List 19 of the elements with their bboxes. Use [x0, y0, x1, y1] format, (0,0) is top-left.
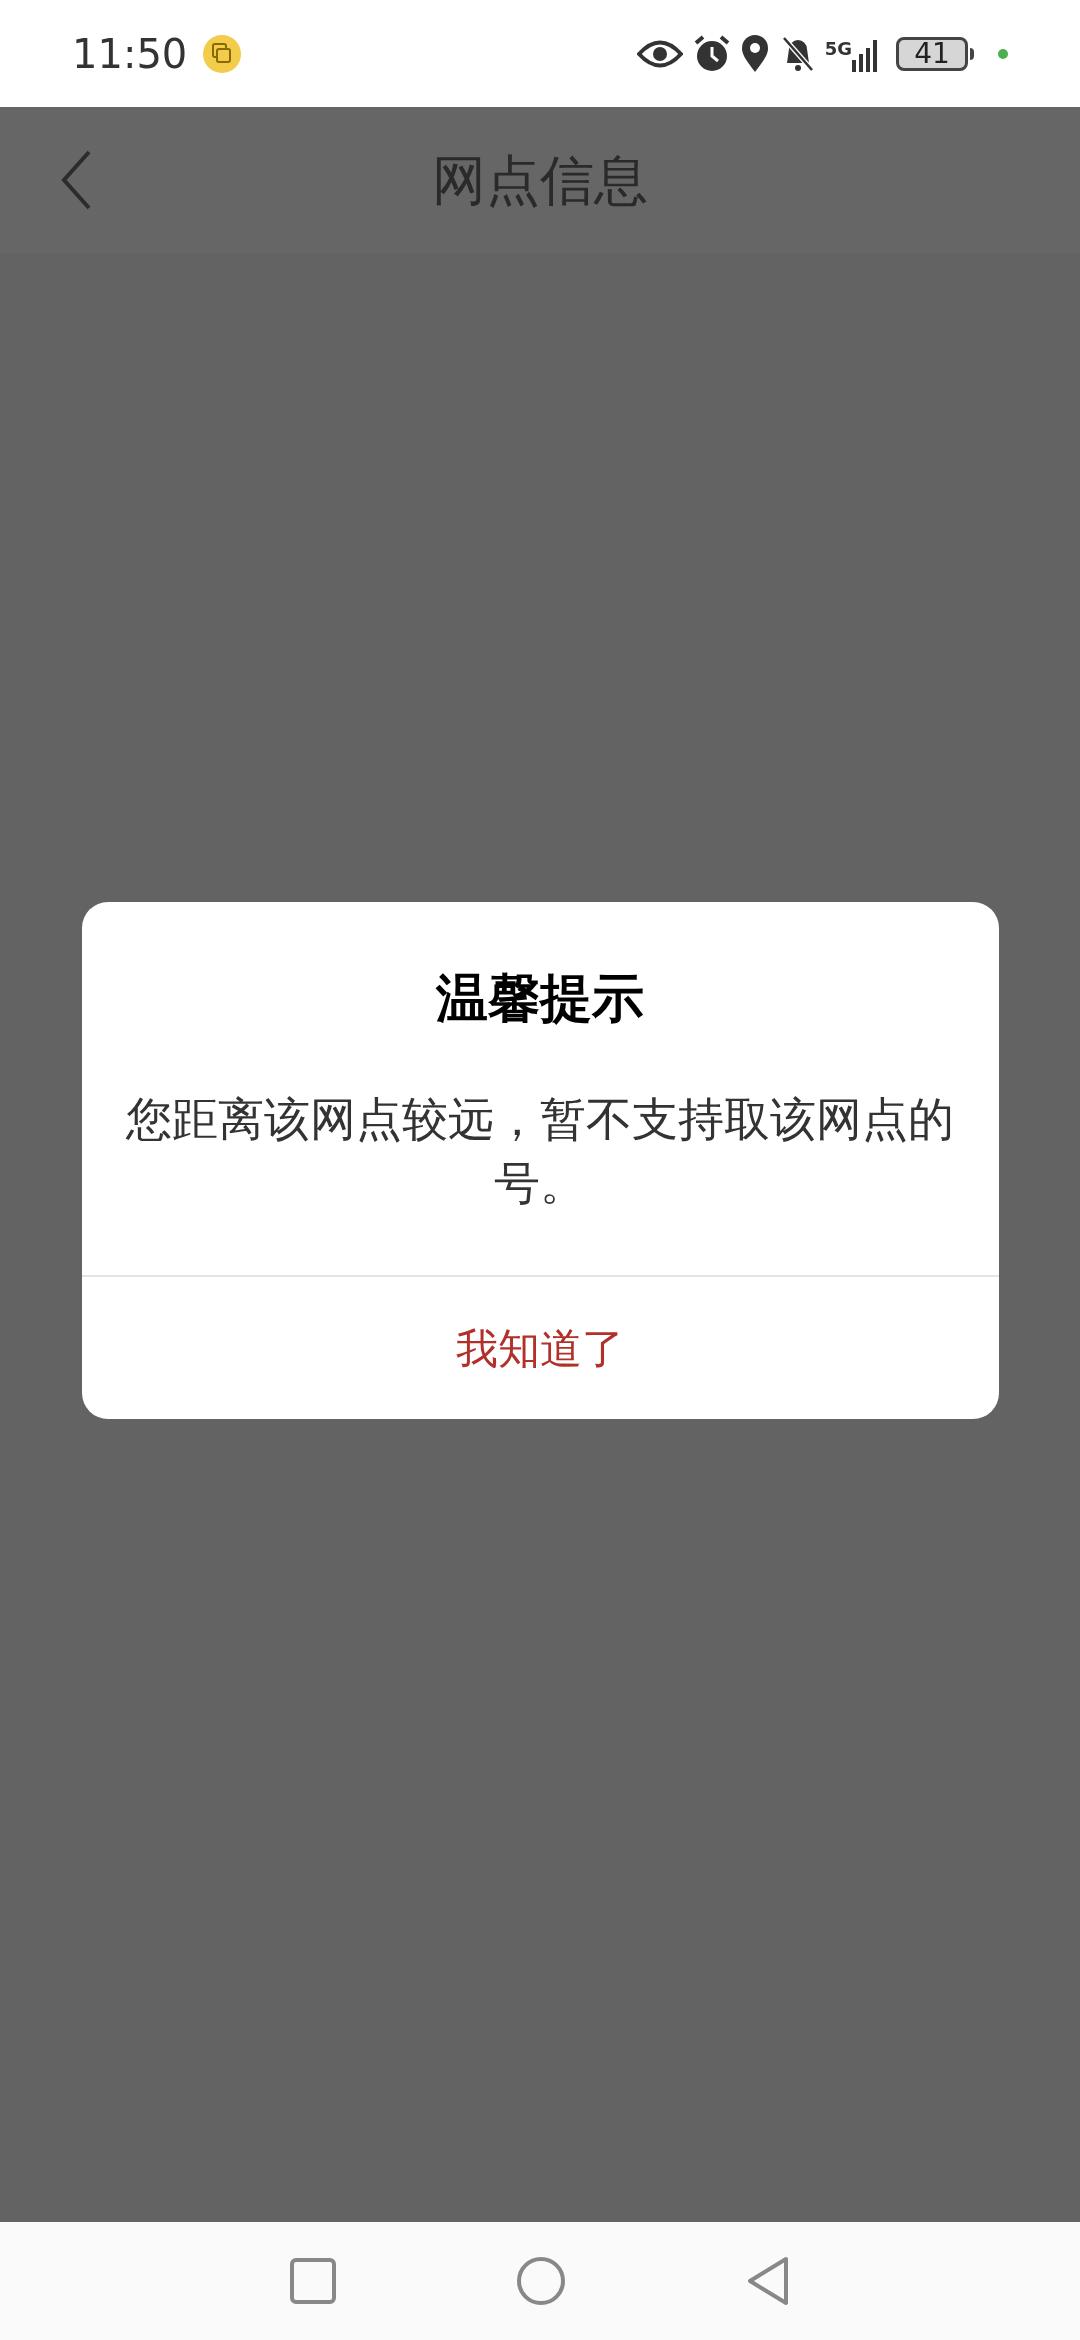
location-icon: [740, 34, 769, 73]
eye-icon: [636, 38, 683, 69]
square-icon: [290, 2258, 336, 2304]
copy-icon: [203, 34, 242, 73]
back-nav-button[interactable]: [746, 2256, 790, 2306]
back-icon: [61, 150, 91, 210]
status-time: 11:50: [72, 29, 188, 79]
page-title: 网点信息: [432, 147, 648, 214]
home-button[interactable]: [516, 2256, 566, 2306]
dialog-title: 温馨提示: [436, 967, 644, 1030]
network-type: 5G: [824, 39, 852, 58]
battery-level-text: 41: [914, 39, 950, 68]
muted-bell-icon: [780, 34, 815, 73]
circle-icon: [516, 2256, 566, 2306]
dialog-message: 您距离该网点较远，暂不支持取该网点的号。: [125, 1091, 955, 1212]
recent-apps-button[interactable]: [290, 2258, 336, 2304]
alarm-icon: [692, 33, 731, 74]
confirm-button[interactable]: 我知道了: [81, 1275, 999, 1419]
triangle-icon: [746, 2256, 790, 2306]
